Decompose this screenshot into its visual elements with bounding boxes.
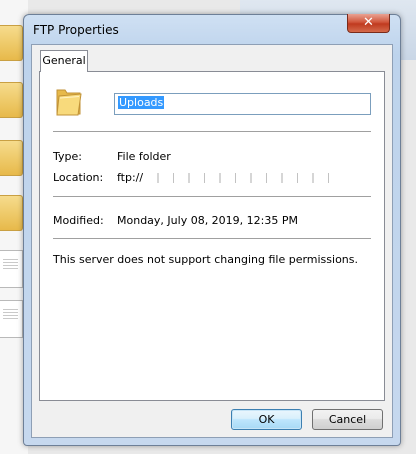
close-icon: ✕ xyxy=(363,15,374,30)
general-tab-panel: Uploads Type: File folder Location: ftp:… xyxy=(39,71,385,401)
location-value: ftp:// xyxy=(117,171,344,184)
ftp-properties-dialog: FTP Properties ✕ General Uploads Type: F… xyxy=(23,14,401,446)
background-folder-icon xyxy=(0,195,23,231)
location-label: Location: xyxy=(53,171,104,184)
cancel-button[interactable]: Cancel xyxy=(312,409,383,430)
name-field[interactable]: Uploads xyxy=(114,93,371,115)
separator xyxy=(53,196,371,197)
dialog-client-area: General Uploads Type: File folder Locati… xyxy=(31,44,393,438)
background-document-icon xyxy=(0,250,23,288)
location-text: ftp:// xyxy=(117,171,144,184)
modified-label: Modified: xyxy=(53,214,104,227)
background-document-icon xyxy=(0,300,23,338)
background-folder-icon xyxy=(0,140,23,176)
type-value: File folder xyxy=(117,150,171,163)
background-folder-icon xyxy=(0,25,23,61)
redacted-location xyxy=(143,173,344,183)
separator xyxy=(53,131,371,132)
type-label: Type: xyxy=(53,150,82,163)
window-title: FTP Properties xyxy=(33,23,119,37)
permissions-note: This server does not support changing fi… xyxy=(53,253,359,266)
tab-general[interactable]: General xyxy=(40,50,88,72)
name-field-selected-text: Uploads xyxy=(118,96,165,109)
close-button[interactable]: ✕ xyxy=(347,14,390,33)
ok-button[interactable]: OK xyxy=(231,409,302,430)
background-folder-icon xyxy=(0,82,23,118)
folder-icon xyxy=(56,89,82,116)
separator xyxy=(53,238,371,239)
modified-value: Monday, July 08, 2019, 12:35 PM xyxy=(117,214,298,227)
